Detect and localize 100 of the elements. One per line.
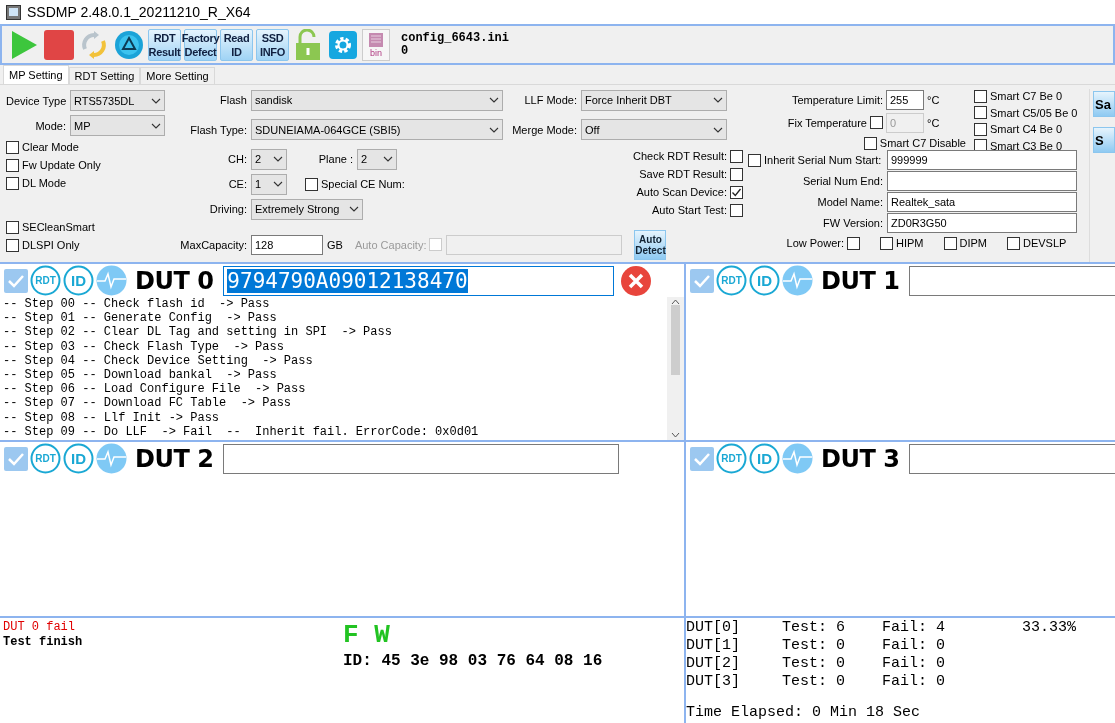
checkbox[interactable] xyxy=(974,89,987,103)
checkbox[interactable] xyxy=(6,158,19,172)
window-title: SSDMP 2.48.0.1_20211210_R_X64 xyxy=(27,4,251,20)
serial-field[interactable] xyxy=(223,443,619,474)
checkbox-label: Smart C7 Be 0 xyxy=(990,90,1063,103)
checkbox[interactable] xyxy=(690,446,714,471)
stat-cell-text: Test: 0 xyxy=(782,655,846,673)
checkbox-label: DL Mode xyxy=(22,177,67,189)
toolbar-button[interactable]: SSD INFO xyxy=(256,28,289,61)
capacity-field[interactable]: 128 xyxy=(251,234,323,255)
toolbar-button[interactable]: RDT Result xyxy=(148,28,181,61)
toolbar-button[interactable]: Read ID xyxy=(220,28,253,61)
checkbox[interactable] xyxy=(6,176,19,190)
checkbox[interactable] xyxy=(690,268,714,293)
temperature-field[interactable]: 255 xyxy=(886,89,924,110)
config-file: config_6643.ini xyxy=(401,31,510,45)
unit-label: °C xyxy=(927,116,940,129)
dropdown[interactable]: Force Inherit DBT xyxy=(581,89,727,111)
chevron-icon xyxy=(151,122,161,129)
checkbox-label: Fw Update Only xyxy=(22,159,101,171)
stat-cell-text: DUT[0] xyxy=(686,619,741,637)
checkbox[interactable] xyxy=(870,116,883,129)
field-label: Temperature Limit: xyxy=(790,93,883,106)
serial-field[interactable]: 9794790A09012138470 xyxy=(223,265,614,296)
close-icon[interactable] xyxy=(620,264,652,297)
recycle-button[interactable] xyxy=(113,28,145,61)
stat-cell-text: DUT[1] xyxy=(686,637,741,655)
bin-file-button[interactable]: bin xyxy=(362,28,390,61)
stat-cell-text: DUT[3] xyxy=(686,673,741,691)
text-field[interactable]: ZD0R3G50 xyxy=(887,213,1077,233)
dropdown[interactable]: RTS5735DL xyxy=(70,90,165,111)
dropdown[interactable]: Off xyxy=(581,119,727,140)
side-button[interactable]: Sa xyxy=(1093,91,1115,117)
scrollbar-thumb[interactable] xyxy=(671,305,680,375)
checkbox[interactable] xyxy=(730,185,743,199)
text-field[interactable]: 999999 xyxy=(887,150,1077,170)
field-label: Merge Mode: xyxy=(511,123,577,136)
checkbox-label: Smart C5/05 Be 0 xyxy=(990,106,1078,119)
stat-cell-text: Fail: 0 xyxy=(882,673,946,691)
chevron-icon xyxy=(489,126,499,133)
stat-cell-text: 33.33% xyxy=(1022,619,1077,637)
checkbox[interactable] xyxy=(847,236,860,250)
scrollbar[interactable] xyxy=(667,297,684,440)
auto-detect-button[interactable]: Auto Detect xyxy=(634,229,667,260)
chevron-icon xyxy=(273,156,283,162)
stat-cell-text: Test: 6 xyxy=(782,619,846,637)
dut-title: DUT 1 xyxy=(821,266,900,295)
checkbox[interactable] xyxy=(6,220,19,234)
checkbox[interactable] xyxy=(730,149,743,163)
checkbox[interactable] xyxy=(943,236,957,250)
chevron-icon xyxy=(349,206,359,212)
checkbox[interactable] xyxy=(974,122,987,136)
field-label: CE: xyxy=(227,178,247,190)
checkbox-label: Auto Start Test: xyxy=(652,204,727,216)
text-field[interactable]: Realtek_sata xyxy=(887,192,1077,212)
serial-field[interactable] xyxy=(909,443,1115,474)
dropdown[interactable]: 1 xyxy=(251,173,287,195)
dropdown[interactable]: Extremely Strong xyxy=(251,198,363,220)
checkbox[interactable] xyxy=(730,167,743,181)
checkbox[interactable] xyxy=(974,106,987,120)
checkbox[interactable] xyxy=(748,153,761,167)
checkbox-label: DEVSLP xyxy=(1023,237,1067,249)
checkbox[interactable] xyxy=(730,203,743,217)
scroll-down-icon[interactable] xyxy=(671,432,680,438)
app-icon xyxy=(6,4,21,20)
tab[interactable]: RDT Setting xyxy=(68,67,141,84)
dut-title: DUT 3 xyxy=(821,444,900,473)
checkbox[interactable] xyxy=(4,446,28,471)
side-button[interactable]: S xyxy=(1093,127,1115,153)
dropdown[interactable]: 2 xyxy=(251,148,287,170)
text-field[interactable] xyxy=(887,171,1077,191)
tab[interactable]: MP Setting xyxy=(3,65,69,84)
field-label: CH: xyxy=(227,153,247,165)
settings-button[interactable] xyxy=(327,28,359,61)
checkbox-label: Save RDT Result: xyxy=(639,168,727,180)
checkbox[interactable] xyxy=(1007,236,1020,250)
checkbox-label: Clear Mode xyxy=(22,141,79,153)
field-label: Plane : xyxy=(317,153,353,165)
scroll-up-icon[interactable] xyxy=(671,299,680,305)
checkbox-label: Special CE Num: xyxy=(321,178,405,190)
dropdown[interactable]: sandisk xyxy=(251,89,503,111)
checkbox-label: DIPM xyxy=(959,237,987,249)
result-letters: F W xyxy=(343,620,391,650)
dropdown[interactable]: MP xyxy=(70,115,165,136)
checkbox[interactable] xyxy=(4,268,28,293)
tab[interactable]: More Setting xyxy=(140,67,215,84)
flash-id: ID: 45 3e 98 03 76 64 08 16 xyxy=(343,652,604,670)
checkbox[interactable] xyxy=(863,136,877,150)
checkbox[interactable] xyxy=(6,238,19,252)
log-text: -- Step 00 -- Check flash id -> Pass -- Step 01 -- Generate Config -> Pass -- Step 02 -- Clear DL Tag and setting in SPI -> Pass -- Step 03 -- Check Flash Type -> Pass -- Step 04 -- Check Device Setting -> Pass -- Step 05 -- Download bankal -> Pass -- Step 06 -- Load Configure File -> Pass -- Step 07 -- Download FC Table -> Pass -- Step 08 -- Llf Init -> Pass -- Step 09 -- Do LLF -> Fail -- Inherit fail. ErrorCode: 0x0d01 xyxy=(2,297,480,440)
serial-field[interactable] xyxy=(909,265,1115,296)
dropdown[interactable]: 2 xyxy=(357,148,397,170)
stop-button[interactable] xyxy=(43,28,75,61)
checkbox[interactable] xyxy=(6,140,19,154)
checkbox-label: Smart C7 Disable xyxy=(879,137,966,149)
checkbox[interactable] xyxy=(305,177,318,191)
checkbox[interactable] xyxy=(880,236,893,250)
dropdown[interactable]: SDUNEIAMA-064GCE (SBI5) xyxy=(251,119,503,140)
stat-cell-text: Fail: 0 xyxy=(882,655,946,673)
checkbox-label: Auto Scan Device: xyxy=(636,186,727,198)
